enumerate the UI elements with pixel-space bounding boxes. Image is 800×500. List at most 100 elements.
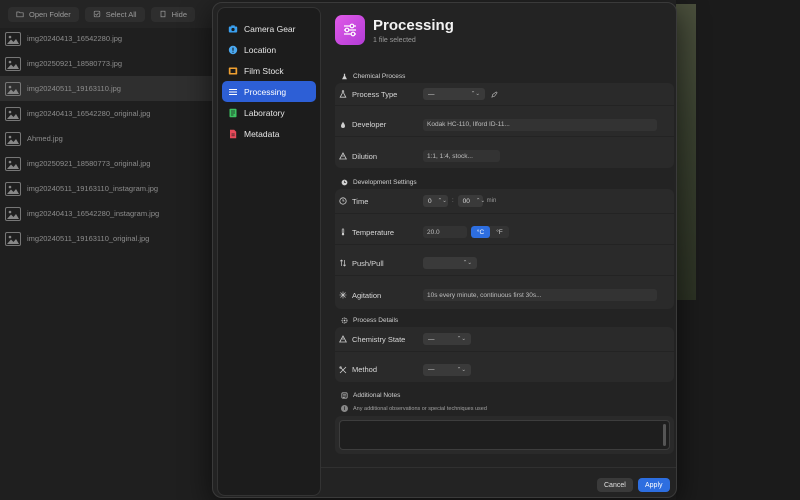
film-icon xyxy=(228,66,238,76)
sidebar-item-metadata[interactable]: Metadata xyxy=(222,123,316,144)
sidebar-item-label: Camera Gear xyxy=(244,23,296,34)
label-text: Temperature xyxy=(352,227,395,237)
method-select[interactable]: — ⌃⌄ xyxy=(423,363,471,376)
chemistry-state-label: Chemistry State xyxy=(339,335,405,344)
image-icon xyxy=(5,106,21,121)
dilution-input[interactable]: 1:1, 1:4, stock... xyxy=(423,150,500,162)
fahrenheit-option[interactable]: °F xyxy=(490,226,509,238)
folder-icon xyxy=(16,11,24,18)
temperature-input[interactable]: 20.0 xyxy=(423,226,467,238)
image-icon xyxy=(5,81,21,96)
notes-textarea[interactable] xyxy=(339,420,670,450)
dialog-header: Processing 1 file selected xyxy=(335,15,454,45)
checkbox-icon xyxy=(93,10,100,18)
pencil-icon[interactable] xyxy=(491,90,498,98)
apply-button[interactable]: Apply xyxy=(638,478,670,492)
timer-icon xyxy=(339,197,347,205)
section-title: Additional Notes xyxy=(353,392,401,399)
stepper-value: 00 xyxy=(462,197,470,205)
sidebar-item-label: Metadata xyxy=(244,128,280,139)
process-type-select[interactable]: — ⌃⌄ xyxy=(423,88,485,100)
sidebar-item-label: Laboratory xyxy=(244,107,285,118)
file-list-item[interactable]: img20240511_19163110.jpg xyxy=(0,76,212,101)
sidebar-item-label: Location xyxy=(244,44,277,55)
file-list-item[interactable]: img20240511_19163110_original.jpg xyxy=(0,226,212,251)
agitation-label: Agitation xyxy=(339,291,381,300)
sidebar-item-processing[interactable]: Processing xyxy=(222,81,316,102)
time-separator: : xyxy=(452,198,454,204)
notes-group xyxy=(335,416,674,454)
dilution-label: Dilution xyxy=(339,152,377,161)
chemical-process-group: Process Type — ⌃⌄ Developer Kodak HC-110,… xyxy=(335,83,674,168)
metadata-icon xyxy=(228,129,238,139)
label-text: Push/Pull xyxy=(352,258,384,268)
file-list-item[interactable]: Ahmed.jpg xyxy=(0,126,212,151)
file-name: img20240413_16542280_original.jpg xyxy=(27,109,151,118)
image-icon xyxy=(5,31,21,46)
label-text: Time xyxy=(352,196,369,206)
page-title: Processing xyxy=(373,16,454,34)
section-chemical-process: Chemical Process xyxy=(341,73,405,80)
file-name: Ahmed.jpg xyxy=(27,134,63,143)
chemistry-state-select[interactable]: — ⌃⌄ xyxy=(423,333,471,345)
file-list-item[interactable]: img20250921_18580773_original.jpg xyxy=(0,151,212,176)
agitation-input[interactable]: 10s every minute, continuous first 30s..… xyxy=(423,289,657,301)
sidebar-item-laboratory[interactable]: Laboratory xyxy=(222,102,316,123)
select-all-button[interactable]: Select All xyxy=(84,6,145,22)
sidebar-item-label: Film Stock xyxy=(244,65,284,76)
file-name: img20240511_19163110_original.jpg xyxy=(27,234,150,243)
section-development-settings: Development Settings xyxy=(341,179,417,186)
sidebar-item-location[interactable]: Location xyxy=(222,39,316,60)
select-value: — xyxy=(428,335,435,343)
hide-button[interactable]: Hide xyxy=(150,6,195,22)
developer-input[interactable]: Kodak HC-110, Ilford ID-11... xyxy=(423,118,657,131)
sidebar-item-camera-gear[interactable]: Camera Gear xyxy=(222,18,316,39)
label-text: Dilution xyxy=(352,151,378,161)
cancel-button[interactable]: Cancel xyxy=(597,478,633,492)
time-seconds-stepper[interactable]: 00 ⌃⌄ xyxy=(457,195,486,207)
agitation-icon xyxy=(339,291,347,299)
image-icon xyxy=(5,181,21,196)
section-process-details: Process Details xyxy=(341,317,398,324)
open-folder-button[interactable]: Open Folder xyxy=(8,6,79,22)
info-icon: i xyxy=(341,405,348,412)
chevron-updown-icon: ⌃⌄ xyxy=(456,336,466,342)
select-all-label: Select All xyxy=(105,9,137,19)
process-type-label: Process Type xyxy=(339,90,397,99)
section-additional-notes: Additional Notes xyxy=(341,392,400,399)
file-list-item[interactable]: img20240413_16542280_instagram.jpg xyxy=(0,201,212,226)
chevron-updown-icon: ⌃⌄ xyxy=(456,366,466,373)
flask-icon xyxy=(342,73,347,80)
notes-hint: i Any additional observations or special… xyxy=(341,405,487,412)
process-details-group: Chemistry State — ⌃⌄ Method — ⌃⌄ xyxy=(335,327,674,382)
warning-icon xyxy=(339,152,347,160)
stepper-icon: ⌃⌄ xyxy=(437,198,447,204)
dialog-footer: Cancel Apply xyxy=(321,467,676,497)
sidebar-item-film-stock[interactable]: Film Stock xyxy=(222,60,316,81)
file-list-item[interactable]: img20240511_19163110_instagram.jpg xyxy=(0,176,212,201)
stepper-icon: ⌃⌄ xyxy=(475,198,486,204)
time-minutes-stepper[interactable]: 0 ⌃⌄ xyxy=(423,195,448,207)
image-icon xyxy=(5,206,21,221)
image-icon xyxy=(5,131,21,146)
file-list-item[interactable]: img20240413_16542280.jpg xyxy=(0,26,212,51)
image-icon xyxy=(5,231,21,246)
file-name: img20240511_19163110_instagram.jpg xyxy=(27,184,159,193)
camera-icon xyxy=(228,24,238,34)
file-list-item[interactable]: img20250921_18580773.jpg xyxy=(0,51,212,76)
sliders-icon xyxy=(344,23,356,37)
celsius-option[interactable]: °C xyxy=(471,226,490,238)
notes-scrollbar[interactable] xyxy=(663,424,666,446)
stepper-value: 0 xyxy=(428,197,432,205)
pushpull-select[interactable]: ⌃⌄ xyxy=(423,257,477,269)
drop-icon xyxy=(341,121,345,128)
development-settings-group: Time 0⌃⌄ : 00⌃⌄ min Temperature 20.0 ° xyxy=(335,189,674,309)
gear-icon xyxy=(341,317,348,324)
location-icon xyxy=(228,45,238,55)
file-name: img20240511_19163110.jpg xyxy=(27,84,121,93)
image-icon xyxy=(5,156,21,171)
file-list: img20240413_16542280.jpg img20250921_1858… xyxy=(0,26,212,251)
processing-dialog: Camera Gear Location Film Stock Processing L… xyxy=(212,2,677,498)
temperature-unit-toggle: °C °F xyxy=(471,226,509,238)
file-list-item[interactable]: img20240413_16542280_original.jpg xyxy=(0,101,212,126)
